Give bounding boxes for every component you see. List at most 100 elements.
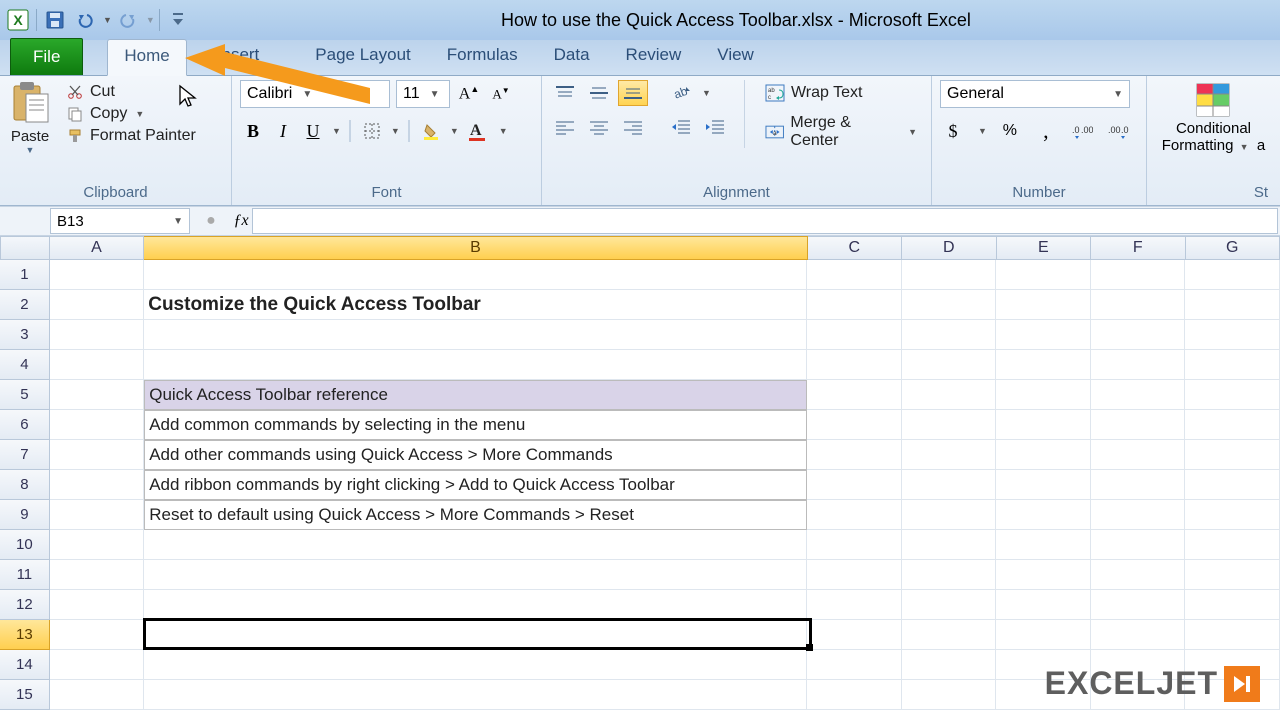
cell-C11[interactable] (807, 560, 902, 590)
row-header-11[interactable]: 11 (0, 560, 50, 590)
cell-A10[interactable] (50, 530, 145, 560)
cell-A5[interactable] (50, 380, 145, 410)
cell-B5[interactable]: Quick Access Toolbar reference (144, 380, 807, 410)
cell-D3[interactable] (902, 320, 997, 350)
cell-E1[interactable] (996, 260, 1091, 290)
row-header-14[interactable]: 14 (0, 650, 50, 680)
paste-button[interactable]: Paste ▼ (8, 80, 56, 155)
cell-C7[interactable] (807, 440, 902, 470)
cell-E13[interactable] (996, 620, 1091, 650)
customize-qat-icon[interactable] (164, 6, 192, 34)
increase-indent-button[interactable] (700, 114, 730, 140)
cell-E11[interactable] (996, 560, 1091, 590)
cell-F1[interactable] (1091, 260, 1186, 290)
cell-C15[interactable] (807, 680, 902, 710)
cut-button[interactable]: Cut (62, 82, 200, 102)
cell-B11[interactable] (144, 560, 807, 590)
cell-C8[interactable] (807, 470, 902, 500)
cell-C9[interactable] (807, 500, 902, 530)
undo-icon[interactable] (71, 6, 99, 34)
row-header-5[interactable]: 5 (0, 380, 50, 410)
cell-F12[interactable] (1091, 590, 1186, 620)
paste-dropdown-icon[interactable]: ▼ (26, 145, 35, 155)
align-center-button[interactable] (584, 114, 614, 140)
font-name-combo[interactable]: Calibri▼ (240, 80, 390, 108)
tab-page-layout[interactable]: Page Layout (309, 39, 416, 75)
bold-button[interactable]: B (240, 118, 266, 144)
cell-A13[interactable] (50, 620, 145, 650)
number-format-combo[interactable]: General▼ (940, 80, 1130, 108)
redo-dropdown-icon[interactable]: ▼ (146, 15, 155, 25)
redo-icon[interactable] (114, 6, 142, 34)
cell-B14[interactable] (144, 650, 807, 680)
borders-button[interactable] (359, 118, 385, 144)
cell-F5[interactable] (1091, 380, 1186, 410)
increase-decimal-button[interactable]: .0.00 (1069, 118, 1095, 144)
fill-color-dropdown-icon[interactable]: ▼ (450, 126, 459, 136)
cell-B9[interactable]: Reset to default using Quick Access > Mo… (144, 500, 807, 530)
cell-D11[interactable] (902, 560, 997, 590)
cell-C3[interactable] (807, 320, 902, 350)
row-header-4[interactable]: 4 (0, 350, 50, 380)
tab-file[interactable]: File (10, 38, 83, 75)
cell-F2[interactable] (1091, 290, 1186, 320)
cell-G4[interactable] (1185, 350, 1280, 380)
formula-bar[interactable] (252, 208, 1278, 234)
cell-G10[interactable] (1185, 530, 1280, 560)
cell-A12[interactable] (50, 590, 145, 620)
chevron-down-icon[interactable]: ▼ (173, 216, 183, 227)
font-color-dropdown-icon[interactable]: ▼ (499, 126, 508, 136)
underline-dropdown-icon[interactable]: ▼ (332, 126, 341, 136)
conditional-formatting-button[interactable]: Conditional Formatting ▼ a (1156, 80, 1271, 156)
cell-C5[interactable] (807, 380, 902, 410)
cell-G11[interactable] (1185, 560, 1280, 590)
row-header-15[interactable]: 15 (0, 680, 50, 710)
cell-G3[interactable] (1185, 320, 1280, 350)
fill-color-button[interactable] (418, 118, 444, 144)
cell-D2[interactable] (902, 290, 997, 320)
cell-B12[interactable] (144, 590, 807, 620)
cell-A3[interactable] (50, 320, 145, 350)
cell-D4[interactable] (902, 350, 997, 380)
orientation-dropdown-icon[interactable]: ▼ (702, 88, 711, 98)
column-header-E[interactable]: E (997, 236, 1091, 260)
cell-D9[interactable] (902, 500, 997, 530)
wrap-text-button[interactable]: abc Wrap Text (759, 82, 923, 104)
cell-F6[interactable] (1091, 410, 1186, 440)
column-header-C[interactable]: C (808, 236, 902, 260)
accounting-dropdown-icon[interactable]: ▼ (978, 126, 987, 136)
cell-G12[interactable] (1185, 590, 1280, 620)
cell-A7[interactable] (50, 440, 145, 470)
tab-view[interactable]: View (711, 39, 760, 75)
italic-button[interactable]: I (270, 118, 296, 144)
cell-F4[interactable] (1091, 350, 1186, 380)
name-box[interactable]: B13 ▼ (50, 208, 190, 234)
merge-dropdown-icon[interactable]: ▼ (908, 127, 917, 137)
row-header-2[interactable]: 2 (0, 290, 50, 320)
cell-A8[interactable] (50, 470, 145, 500)
tab-data[interactable]: Data (548, 39, 596, 75)
cell-D8[interactable] (902, 470, 997, 500)
decrease-decimal-button[interactable]: .00.0 (1105, 118, 1131, 144)
cell-E5[interactable] (996, 380, 1091, 410)
cell-G5[interactable] (1185, 380, 1280, 410)
row-header-10[interactable]: 10 (0, 530, 50, 560)
cell-G13[interactable] (1185, 620, 1280, 650)
cell-D12[interactable] (902, 590, 997, 620)
undo-dropdown-icon[interactable]: ▼ (103, 15, 112, 25)
cell-E7[interactable] (996, 440, 1091, 470)
cell-B3[interactable] (144, 320, 807, 350)
decrease-indent-button[interactable] (666, 114, 696, 140)
cell-E10[interactable] (996, 530, 1091, 560)
cell-E2[interactable] (996, 290, 1091, 320)
cell-D13[interactable] (902, 620, 997, 650)
cancel-formula-icon[interactable]: ● (200, 210, 222, 232)
cell-B7[interactable]: Add other commands using Quick Access > … (144, 440, 807, 470)
cell-A9[interactable] (50, 500, 145, 530)
cell-A1[interactable] (50, 260, 145, 290)
cell-D14[interactable] (902, 650, 997, 680)
cell-F3[interactable] (1091, 320, 1186, 350)
cell-E3[interactable] (996, 320, 1091, 350)
cell-C1[interactable] (807, 260, 902, 290)
cell-B6[interactable]: Add common commands by selecting in the … (144, 410, 807, 440)
